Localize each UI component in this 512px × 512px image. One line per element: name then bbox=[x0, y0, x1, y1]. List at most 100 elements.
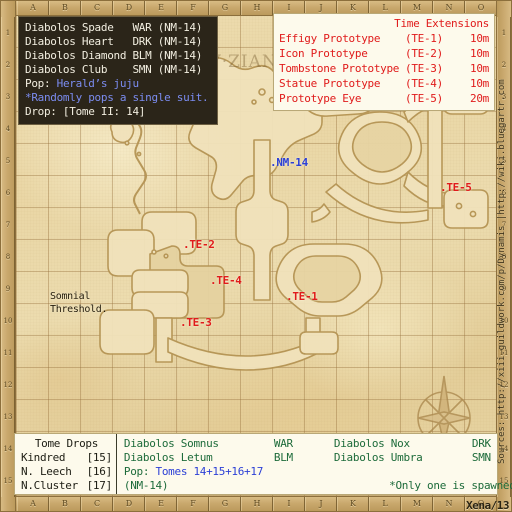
ruler-row-7: 7 bbox=[1, 209, 15, 241]
ruler-row-9: 9 bbox=[1, 273, 15, 305]
map-marker-te-2[interactable]: .TE-2 bbox=[183, 239, 215, 250]
nm-pop-label: Pop: bbox=[25, 77, 57, 90]
boss-name-left: Diabolos Letum bbox=[124, 451, 274, 465]
ruler-col-d: D bbox=[113, 497, 145, 511]
tome-drop-name: N.Cluster bbox=[21, 479, 78, 493]
ruler-row-15: 15 bbox=[1, 465, 15, 497]
ruler-col-f: F bbox=[177, 1, 209, 15]
boss-row: Diabolos LetumBLMDiabolos UmbraSMN bbox=[124, 451, 512, 465]
map-marker-nm-14[interactable]: .NM-14 bbox=[270, 157, 308, 168]
ruler-col-c: C bbox=[81, 1, 113, 15]
map-marker-te-3[interactable]: .TE-3 bbox=[180, 317, 212, 328]
boss-pop-label: Pop: bbox=[124, 465, 156, 478]
time-extension-row: Tombstone Prototype(TE-3)10m bbox=[279, 61, 489, 76]
te-duration: 20m bbox=[459, 91, 489, 106]
time-extension-row: Icon Prototype(TE-2)10m bbox=[279, 46, 489, 61]
tome-drop-count: [15] bbox=[78, 451, 112, 465]
te-name: Tombstone Prototype bbox=[279, 61, 405, 76]
ruler-col-b: B bbox=[49, 497, 81, 511]
ruler-row-10: 10 bbox=[1, 305, 15, 337]
nm-info-panel: Diabolos Spade WAR (NM-14) Diabolos Hear… bbox=[18, 16, 218, 125]
nm-row: Diabolos Club SMN (NM-14) bbox=[25, 63, 211, 77]
te-duration: 10m bbox=[459, 76, 489, 91]
author-tag: Xena/13 bbox=[466, 499, 509, 512]
te-code: (TE-2) bbox=[405, 46, 459, 61]
ruler-col-k: K bbox=[337, 497, 369, 511]
ruler-row-13: 13 bbox=[1, 401, 15, 433]
ruler-col-h: H bbox=[241, 497, 273, 511]
dynamis-map-screenshot: AV·ZIAN SAFEHOLD ABCDEFGHIJKLMNO ABCDEFG… bbox=[0, 0, 512, 512]
te-name: Effigy Prototype bbox=[279, 31, 405, 46]
nm-pop-row: Pop: Herald’s juju bbox=[25, 77, 211, 91]
boss-job-left: WAR bbox=[274, 437, 334, 451]
boss-last-row: (NM-14) *Only one is spawned. bbox=[124, 479, 512, 493]
ruler-row-3: 3 bbox=[1, 81, 15, 113]
boss-info-section: Diabolos SomnusWARDiabolos NoxDRKDiabolo… bbox=[117, 434, 512, 494]
ruler-col-a: A bbox=[17, 1, 49, 15]
te-name: Icon Prototype bbox=[279, 46, 405, 61]
te-code: (TE-3) bbox=[405, 61, 459, 76]
bottom-info-panel: Tome Drops Kindred[15]N. Leech[16]N.Clus… bbox=[14, 433, 498, 495]
boss-nm-code: (NM-14) bbox=[124, 479, 389, 493]
boss-name-left: Diabolos Somnus bbox=[124, 437, 274, 451]
ruler-row-4: 4 bbox=[1, 113, 15, 145]
te-code: (TE-5) bbox=[405, 91, 459, 106]
boss-name-right: Diabolos Nox bbox=[334, 437, 472, 451]
ruler-row-1: 1 bbox=[1, 17, 15, 49]
ruler-col-n: N bbox=[433, 497, 465, 511]
ruler-col-l: L bbox=[369, 497, 401, 511]
map-marker-te-5[interactable]: .TE-5 bbox=[440, 182, 472, 193]
tome-drop-row: N. Leech[16] bbox=[21, 465, 112, 479]
time-extension-row: Statue Prototype(TE-4)10m bbox=[279, 76, 489, 91]
boss-name-right: Diabolos Umbra bbox=[334, 451, 472, 465]
te-duration: 10m bbox=[459, 61, 489, 76]
tome-drops-header: Tome Drops bbox=[21, 437, 112, 451]
ruler-col-b: B bbox=[49, 1, 81, 15]
nm-row: Diabolos Diamond BLM (NM-14) bbox=[25, 49, 211, 63]
te-duration: 10m bbox=[459, 31, 489, 46]
boss-job-left: BLM bbox=[274, 451, 334, 465]
time-extension-row: Prototype Eye(TE-5)20m bbox=[279, 91, 489, 106]
te-name: Statue Prototype bbox=[279, 76, 405, 91]
nm-drop: Drop: [Tome II: 14] bbox=[25, 105, 211, 119]
ruler-bottom: ABCDEFGHIJKLMNO bbox=[0, 496, 512, 512]
nm-note: *Randomly pops a single suit. bbox=[25, 91, 211, 105]
tome-drop-name: N. Leech bbox=[21, 465, 78, 479]
tome-drops-section: Tome Drops Kindred[15]N. Leech[16]N.Clus… bbox=[15, 434, 117, 494]
time-extension-row: Effigy Prototype(TE-1)10m bbox=[279, 31, 489, 46]
te-code: (TE-1) bbox=[405, 31, 459, 46]
ruler-row-11: 11 bbox=[1, 337, 15, 369]
tome-drop-row: Kindred[15] bbox=[21, 451, 112, 465]
ruler-row-2: 2 bbox=[1, 49, 15, 81]
ruler-col-h: H bbox=[241, 1, 273, 15]
te-code: (TE-4) bbox=[405, 76, 459, 91]
nm-row: Diabolos Heart DRK (NM-14) bbox=[25, 35, 211, 49]
ruler-row-5: 5 bbox=[1, 145, 15, 177]
source-credit: Sources: http://xiii.guildwork.com/p/Dyn… bbox=[497, 0, 511, 470]
ruler-col-j: J bbox=[305, 497, 337, 511]
nm-pop-value: Herald’s juju bbox=[57, 77, 139, 90]
te-duration: 10m bbox=[459, 46, 489, 61]
ruler-col-g: G bbox=[209, 497, 241, 511]
ruler-col-e: E bbox=[145, 1, 177, 15]
map-marker-te-4[interactable]: .TE-4 bbox=[210, 275, 242, 286]
ruler-row-12: 12 bbox=[1, 369, 15, 401]
tome-drop-count: [17] bbox=[78, 479, 112, 493]
ruler-col-m: M bbox=[401, 497, 433, 511]
boss-row: Diabolos SomnusWARDiabolos NoxDRK bbox=[124, 437, 512, 451]
time-extensions-panel: Time Extensions Effigy Prototype(TE-1)10… bbox=[273, 13, 495, 111]
boss-pop-value: Tomes 14+15+16+17 bbox=[156, 465, 263, 478]
nm-row: Diabolos Spade WAR (NM-14) bbox=[25, 21, 211, 35]
map-marker-te-1[interactable]: .TE-1 bbox=[286, 291, 318, 302]
ruler-row-6: 6 bbox=[1, 177, 15, 209]
tome-drop-count: [16] bbox=[78, 465, 112, 479]
tome-drops-list: Kindred[15]N. Leech[16]N.Cluster[17] bbox=[21, 451, 112, 493]
ruler-col-i: I bbox=[273, 497, 305, 511]
te-name: Prototype Eye bbox=[279, 91, 405, 106]
time-extensions-title: Time Extensions bbox=[279, 16, 489, 31]
ruler-col-d: D bbox=[113, 1, 145, 15]
boss-rows: Diabolos SomnusWARDiabolos NoxDRKDiabolo… bbox=[124, 437, 512, 465]
time-extensions-rows: Effigy Prototype(TE-1)10mIcon Prototype(… bbox=[279, 31, 489, 106]
tome-drop-name: Kindred bbox=[21, 451, 78, 465]
boss-pop-row: Pop: Tomes 14+15+16+17 bbox=[124, 465, 512, 479]
